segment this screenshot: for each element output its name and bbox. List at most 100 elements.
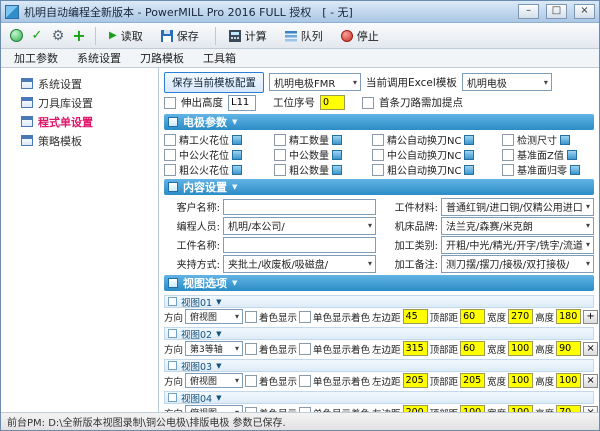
rough-autotool-nc-checkbox[interactable]: [372, 164, 384, 176]
view-02-left-input[interactable]: [403, 341, 428, 356]
triangle-down-icon: ▼: [232, 118, 237, 126]
view-04-direction-select[interactable]: 俯视图▾: [185, 405, 243, 412]
mid-qty-checkbox[interactable]: [274, 149, 286, 161]
play-icon: ▶: [109, 30, 117, 41]
mid-spark-gap-checkbox[interactable]: [164, 149, 176, 161]
view-01-top-input[interactable]: [460, 309, 485, 324]
minimize-button[interactable]: –: [518, 4, 539, 19]
calculate-button[interactable]: 计算: [223, 25, 276, 47]
extend-height-checkbox[interactable]: [164, 97, 176, 109]
view-02-direction-select[interactable]: 第3等轴▾: [185, 341, 243, 356]
color-swatch-icon[interactable]: [232, 135, 242, 145]
sidebar-item-program-sheet[interactable]: 程式单设置: [7, 112, 158, 131]
queue-button[interactable]: 队列: [279, 25, 332, 47]
datum-z-checkbox[interactable]: [502, 149, 514, 161]
section-header-electrode-params[interactable]: 电极参数 ▼: [164, 114, 594, 130]
color-swatch-icon[interactable]: [570, 165, 580, 175]
close-button[interactable]: ×: [574, 4, 595, 19]
rough-spark-gap-checkbox[interactable]: [164, 164, 176, 176]
clamp-type-select[interactable]: 夹批土/收废板/吸磁盘/▾: [223, 255, 376, 273]
color-swatch-icon[interactable]: [232, 165, 242, 175]
menu-item-toolbox[interactable]: 工具箱: [194, 49, 245, 67]
machine-brand-select[interactable]: 法兰克/森赛/米克朗▾: [441, 217, 594, 235]
color-swatch-icon[interactable]: [464, 150, 474, 160]
view-02-header[interactable]: 视图02 ▼: [164, 327, 594, 340]
programmer-select[interactable]: 机明/本公司/▾: [223, 217, 376, 235]
connect-ball-icon[interactable]: [7, 27, 25, 45]
first-path-checkbox[interactable]: [362, 97, 374, 109]
plus-icon[interactable]: +: [70, 27, 88, 45]
view-02-width-input[interactable]: [508, 341, 533, 356]
color-swatch-icon[interactable]: [332, 135, 342, 145]
view-03-top-input[interactable]: [460, 373, 485, 388]
view-03-shaded-checkbox[interactable]: [245, 375, 257, 387]
sidebar-item-strategy-template[interactable]: 策略模板: [7, 131, 158, 150]
view-02-shaded-checkbox[interactable]: [245, 343, 257, 355]
view-04-top-input[interactable]: [460, 405, 485, 412]
save-template-config-button[interactable]: 保存当前模板配置: [164, 72, 264, 93]
view-03-mono-checkbox[interactable]: [299, 375, 311, 387]
color-swatch-icon[interactable]: [464, 165, 474, 175]
excel-template-select[interactable]: 机明电极 ▾: [462, 73, 552, 91]
material-select[interactable]: 普通红铜/进口铜/仅精公用进口铜▾: [441, 198, 594, 216]
gear-icon[interactable]: ⚙: [49, 27, 67, 45]
color-swatch-icon[interactable]: [232, 150, 242, 160]
app-icon: [5, 5, 19, 19]
view-04-header[interactable]: 视图04 ▼: [164, 391, 594, 404]
view-02-top-input[interactable]: [460, 341, 485, 356]
menu-item-toolpath-templates[interactable]: 刀路模板: [131, 49, 193, 67]
section-header-view-options[interactable]: 视图选项 ▼: [164, 275, 594, 291]
view-01-direction-select[interactable]: 俯视图▾: [185, 309, 243, 324]
view-01-shaded-checkbox[interactable]: [245, 311, 257, 323]
menu-item-system-settings[interactable]: 系统设置: [68, 49, 130, 67]
remark-select[interactable]: 测刀摆/摆刀/接极/双打接极/▾: [441, 255, 594, 273]
read-button[interactable]: ▶ 读取: [103, 25, 152, 47]
color-swatch-icon[interactable]: [464, 135, 474, 145]
view-04-width-input[interactable]: [508, 405, 533, 412]
view-04-left-input[interactable]: [403, 405, 428, 412]
fine-spark-gap-checkbox[interactable]: [164, 134, 176, 146]
view-03-width-input[interactable]: [508, 373, 533, 388]
datum-zero-checkbox[interactable]: [502, 164, 514, 176]
view-01-left-input[interactable]: [403, 309, 428, 324]
view-01-width-input[interactable]: [508, 309, 533, 324]
view-03-header[interactable]: 视图03 ▼: [164, 359, 594, 372]
station-number-input[interactable]: [320, 95, 345, 110]
view-02-height-input[interactable]: [556, 341, 581, 356]
view-01-height-input[interactable]: [556, 309, 581, 324]
view-03-direction-select[interactable]: 俯视图▾: [185, 373, 243, 388]
customer-name-input[interactable]: [223, 199, 376, 215]
inspect-size-checkbox[interactable]: [502, 134, 514, 146]
part-name-input[interactable]: [223, 237, 376, 253]
color-swatch-icon[interactable]: [332, 165, 342, 175]
mid-autotool-nc-checkbox[interactable]: [372, 149, 384, 161]
sidebar-item-tool-library[interactable]: 刀具库设置: [7, 93, 158, 112]
view-04-height-input[interactable]: [556, 405, 581, 412]
remove-view-button[interactable]: ×: [583, 374, 598, 388]
color-swatch-icon[interactable]: [567, 150, 577, 160]
add-view-button[interactable]: +: [583, 310, 598, 324]
section-header-content-settings[interactable]: 内容设置 ▼: [164, 179, 594, 195]
stop-button[interactable]: 停止: [335, 25, 388, 47]
view-03-left-input[interactable]: [403, 373, 428, 388]
template-select[interactable]: 机明电极FMR ▾: [269, 73, 361, 91]
view-03-height-input[interactable]: [556, 373, 581, 388]
rough-qty-checkbox[interactable]: [274, 164, 286, 176]
extend-height-input[interactable]: [228, 95, 256, 111]
save-button[interactable]: 保存: [155, 25, 208, 47]
view-01-header[interactable]: 视图01 ▼: [164, 295, 594, 308]
view-name: 视图03: [181, 359, 212, 373]
color-swatch-icon[interactable]: [332, 150, 342, 160]
remove-view-button[interactable]: ×: [583, 342, 598, 356]
view-01-mono-checkbox[interactable]: [299, 311, 311, 323]
maximize-button[interactable]: □: [546, 4, 567, 19]
color-swatch-icon[interactable]: [560, 135, 570, 145]
fine-qty-checkbox[interactable]: [274, 134, 286, 146]
fine-autotool-nc-checkbox[interactable]: [372, 134, 384, 146]
view-02-mono-checkbox[interactable]: [299, 343, 311, 355]
chevron-down-icon: ▾: [368, 221, 372, 230]
menu-item-machining-params[interactable]: 加工参数: [5, 49, 67, 67]
check-icon[interactable]: ✓: [28, 27, 46, 45]
sidebar-item-system-settings[interactable]: 系统设置: [7, 74, 158, 93]
process-type-select[interactable]: 开粗/中光/精光/开字/铣字/流道/▾: [441, 236, 594, 254]
